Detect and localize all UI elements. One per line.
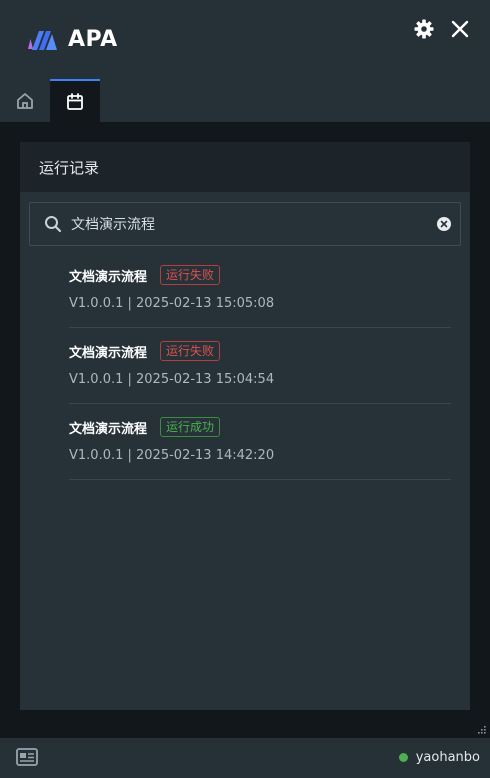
- panel-title: 运行记录: [39, 158, 100, 177]
- tab-home[interactable]: [0, 79, 50, 122]
- app-window: APA 运行记录 文档演示流程 文档演示流程 运行失败 V1.0.0.1 | 2…: [0, 0, 490, 778]
- close-icon: [451, 20, 469, 38]
- search-input[interactable]: [71, 211, 421, 237]
- search-icon: [45, 216, 62, 233]
- online-status-dot: [398, 753, 408, 762]
- id-card-icon: [16, 748, 38, 766]
- status-badge: 运行失败: [160, 341, 221, 361]
- record-meta: V1.0.0.1 | 2025-02-13 15:05:08: [69, 296, 275, 311]
- run-record-item[interactable]: 文档演示流程 运行失败 V1.0.0.1 | 2025-02-13 15:04:…: [69, 328, 451, 404]
- tab-calendar[interactable]: [50, 79, 100, 122]
- id-card-button[interactable]: [15, 747, 39, 767]
- username: yaohanbo: [415, 750, 480, 765]
- record-name: 文档演示流程: [69, 422, 148, 437]
- status-badge: 运行成功: [160, 417, 221, 437]
- close-button[interactable]: [448, 17, 472, 41]
- record-meta: V1.0.0.1 | 2025-02-13 15:04:54: [69, 372, 275, 387]
- calendar-icon: [67, 92, 83, 110]
- status-badge: 运行失败: [160, 265, 221, 285]
- panel-header: 运行记录: [20, 142, 470, 192]
- home-icon: [17, 92, 33, 109]
- record-meta: V1.0.0.1 | 2025-02-13 14:42:20: [69, 448, 275, 463]
- user-status[interactable]: yaohanbo: [398, 750, 480, 765]
- app-logo: APA: [26, 27, 118, 52]
- apa-logo-icon: [28, 30, 57, 50]
- run-records-panel: 运行记录 文档演示流程 运行失败 V1.0.0.1 | 2025-02-13 1…: [20, 142, 470, 710]
- clear-search-button[interactable]: [437, 217, 451, 231]
- resize-grip-icon[interactable]: [476, 726, 486, 736]
- status-bar: yaohanbo: [0, 738, 490, 778]
- run-record-list: 文档演示流程 运行失败 V1.0.0.1 | 2025-02-13 15:05:…: [69, 252, 451, 480]
- gear-icon: [414, 19, 434, 39]
- title-bar: APA: [0, 0, 490, 122]
- app-name: APA: [68, 27, 118, 52]
- record-name: 文档演示流程: [69, 270, 148, 285]
- search-box[interactable]: [29, 202, 461, 246]
- run-record-item[interactable]: 文档演示流程 运行成功 V1.0.0.1 | 2025-02-13 14:42:…: [69, 404, 451, 480]
- clear-icon: [440, 220, 448, 228]
- run-record-item[interactable]: 文档演示流程 运行失败 V1.0.0.1 | 2025-02-13 15:05:…: [69, 252, 451, 328]
- settings-button[interactable]: [412, 17, 436, 41]
- record-name: 文档演示流程: [69, 346, 148, 361]
